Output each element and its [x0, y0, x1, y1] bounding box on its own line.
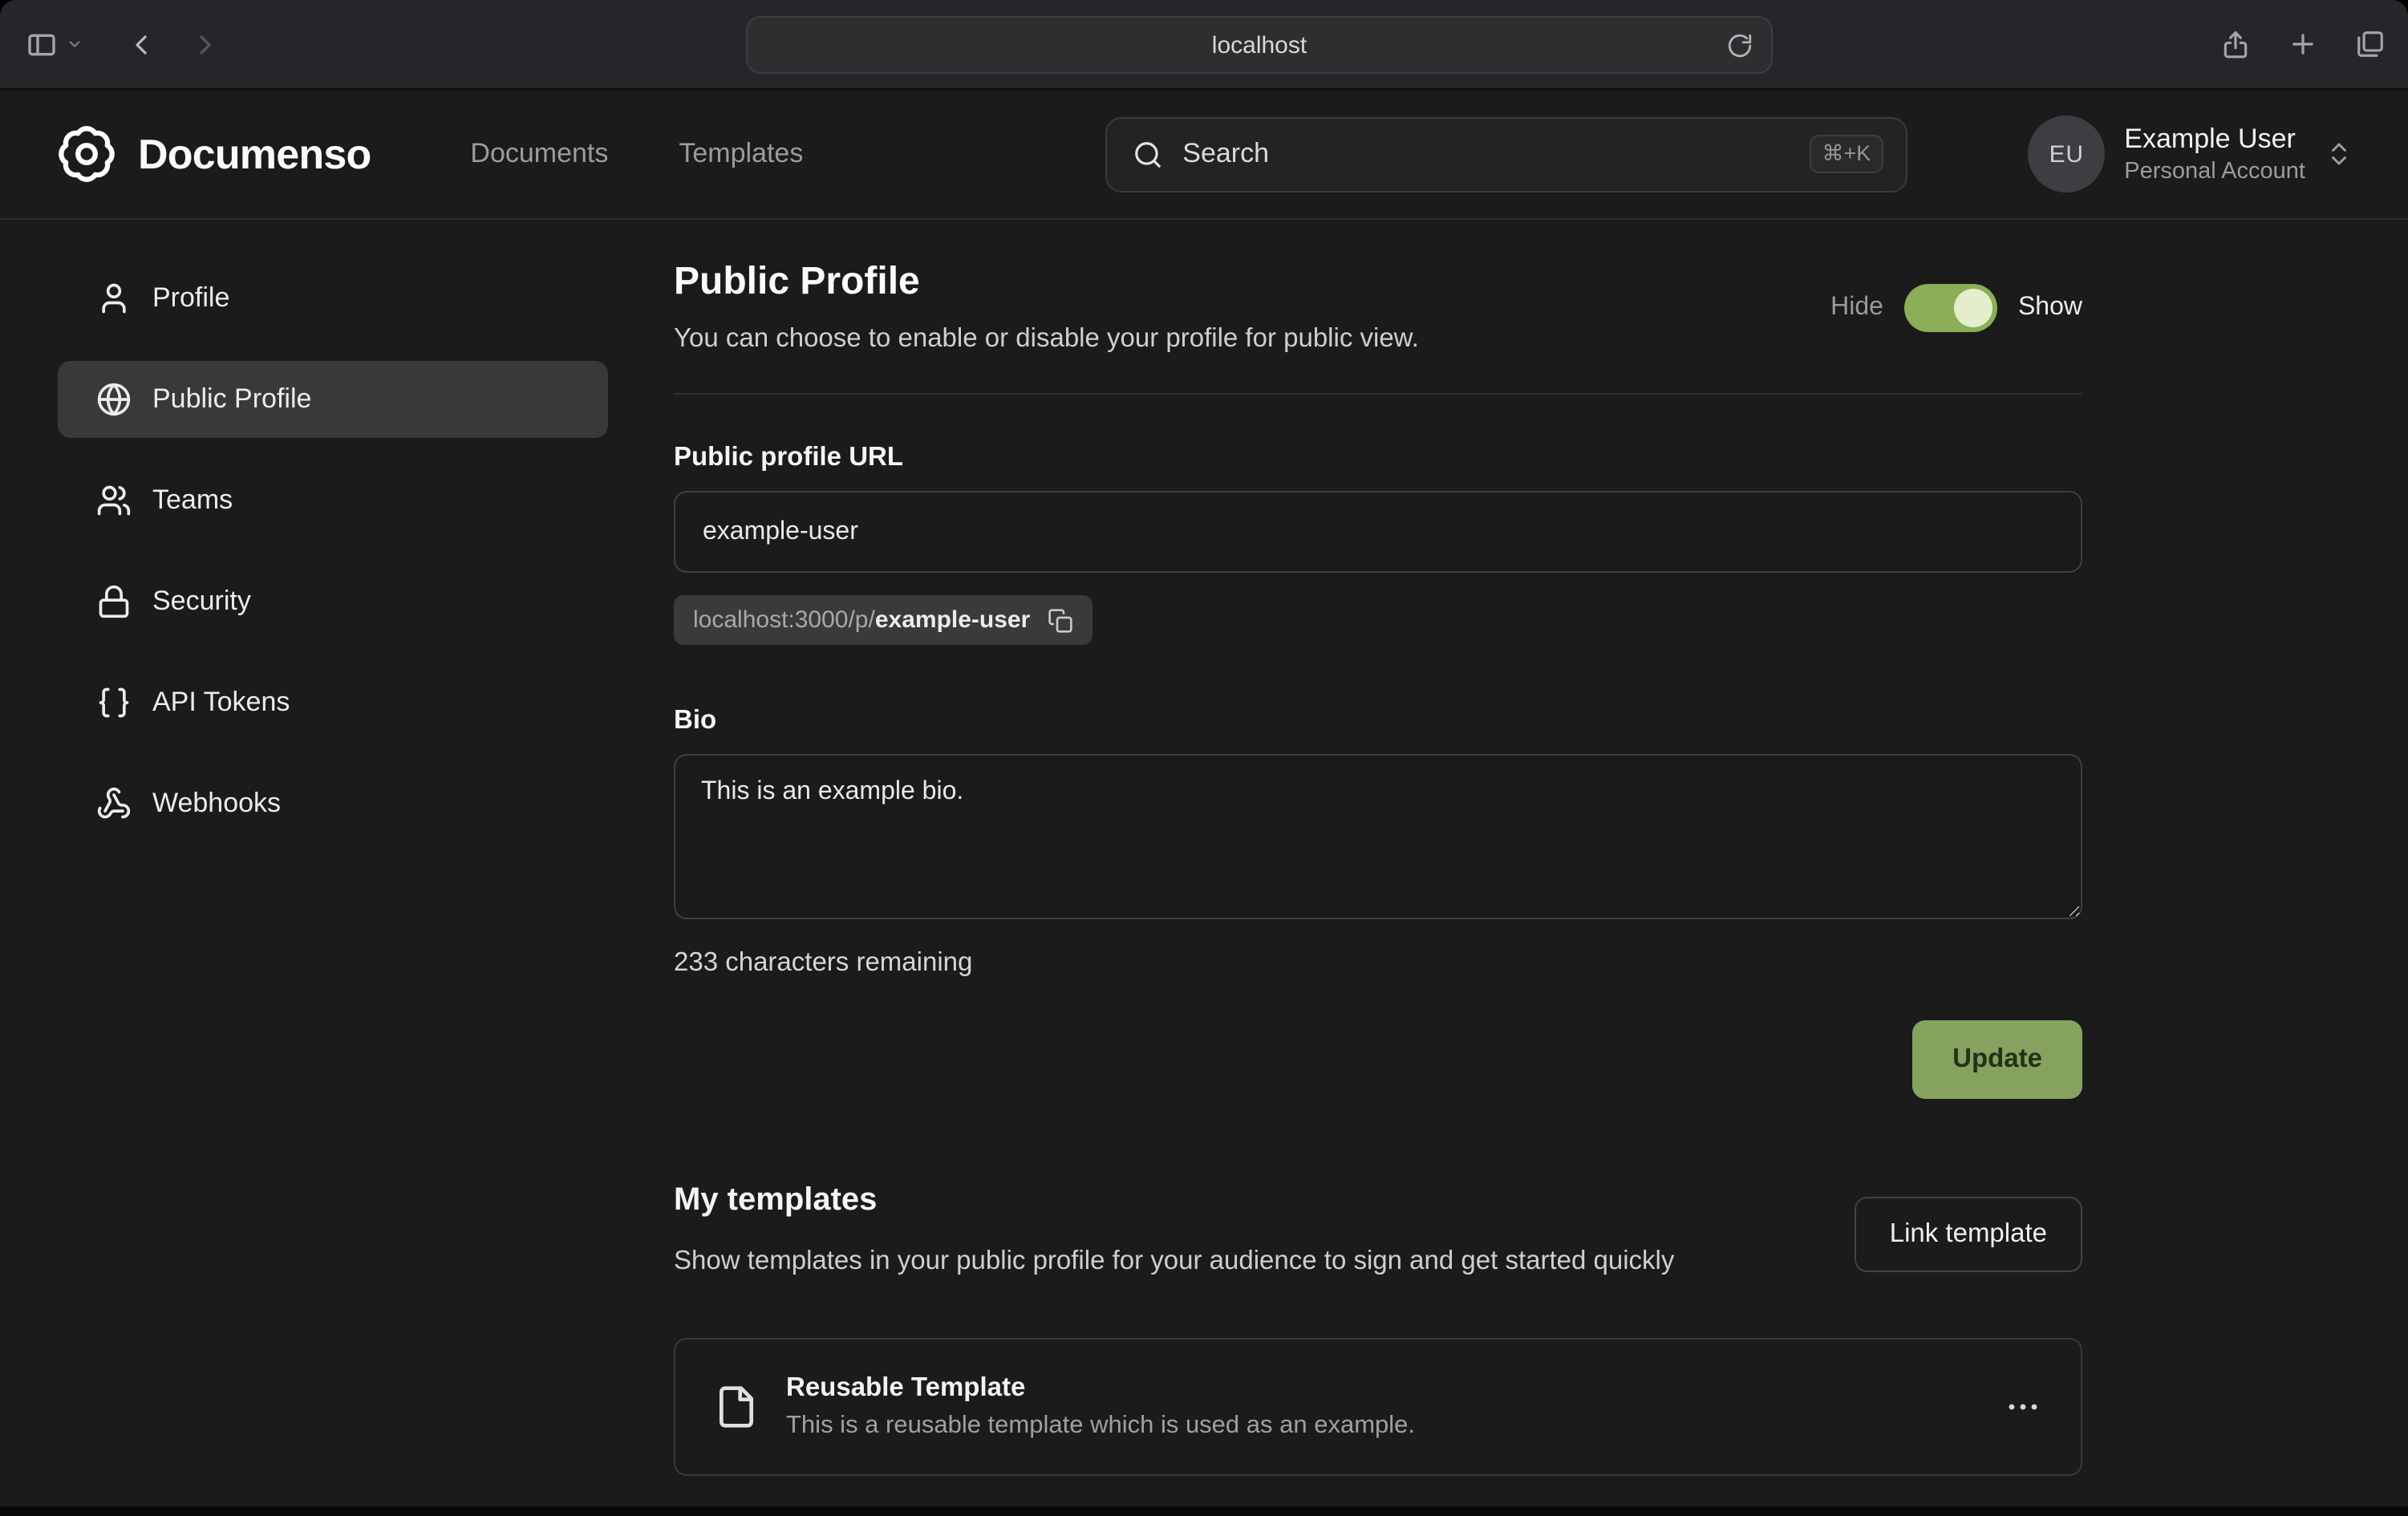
global-search[interactable]: ⌘+K: [1105, 116, 1907, 192]
share-icon[interactable]: [2220, 29, 2251, 59]
browser-toolbar: localhost: [0, 0, 2408, 90]
ellipsis-icon: [2004, 1388, 2042, 1426]
app-header: Documenso Documents Templates ⌘+K EU Exa…: [0, 90, 2408, 220]
bio-field-label: Bio: [674, 706, 2082, 736]
template-title: Reusable Template: [786, 1373, 1415, 1404]
new-tab-icon[interactable]: [2288, 29, 2318, 59]
user-name: Example User: [2124, 121, 2305, 156]
copy-icon: [1048, 607, 1073, 633]
forward-button[interactable]: [189, 28, 221, 60]
page-title: Public Profile: [674, 260, 1419, 305]
user-menu[interactable]: EU Example User Personal Account: [2028, 116, 2353, 193]
sidebar-item-label: Public Profile: [152, 383, 311, 415]
sidebar-item-label: Security: [152, 586, 251, 618]
brand-name: Documenso: [138, 129, 371, 179]
sidebar-item-label: Profile: [152, 282, 229, 314]
template-options-button[interactable]: [2004, 1388, 2042, 1426]
search-input[interactable]: [1182, 138, 1790, 170]
app-window: localhost Documenso Documents: [0, 0, 2408, 1516]
sidebar-item-label: Webhooks: [152, 788, 281, 820]
url-field-label: Public profile URL: [674, 443, 2082, 473]
sidebar-item-api-tokens[interactable]: API Tokens: [58, 664, 608, 741]
chevrons-up-down-icon: [2325, 140, 2353, 168]
back-button[interactable]: [125, 28, 157, 60]
chevron-down-icon[interactable]: [66, 35, 83, 53]
public-profile-url-input[interactable]: [674, 491, 2082, 573]
nav-templates[interactable]: Templates: [679, 138, 803, 170]
webhook-icon: [96, 786, 132, 821]
characters-remaining: 233 characters remaining: [674, 948, 2082, 979]
template-description: This is a reusable template which is use…: [786, 1412, 1415, 1441]
address-bar[interactable]: localhost: [746, 16, 1773, 74]
profile-visibility-toggle[interactable]: [1904, 283, 1997, 331]
template-card[interactable]: Reusable Template This is a reusable tem…: [674, 1338, 2082, 1476]
toggle-show-label: Show: [2018, 293, 2082, 322]
link-prefix: localhost:3000/p/: [693, 606, 875, 634]
sidebar-item-label: Teams: [152, 484, 233, 517]
users-icon: [96, 483, 132, 518]
settings-sidebar: Profile Public Profile Teams Security: [58, 260, 608, 1476]
window-bottom-edge: [0, 1506, 2408, 1516]
link-template-button[interactable]: Link template: [1855, 1197, 2082, 1272]
avatar: EU: [2028, 116, 2105, 193]
user-icon: [96, 281, 132, 316]
sidebar-item-public-profile[interactable]: Public Profile: [58, 361, 608, 438]
bio-textarea[interactable]: This is an example bio.: [674, 754, 2082, 919]
search-icon: [1133, 139, 1163, 169]
reload-icon[interactable]: [1726, 32, 1753, 59]
file-icon: [714, 1383, 759, 1431]
copy-link-button[interactable]: [1048, 607, 1073, 633]
divider: [674, 393, 2082, 395]
toggle-thumb: [1954, 288, 1992, 326]
address-bar-url: localhost: [1212, 31, 1307, 59]
link-slug: example-user: [875, 606, 1030, 634]
documenso-logo-icon: [56, 124, 117, 184]
brand[interactable]: Documenso: [56, 124, 371, 184]
sidebar-item-security[interactable]: Security: [58, 563, 608, 640]
sidebar-item-profile[interactable]: Profile: [58, 260, 608, 337]
my-templates-title: My templates: [674, 1182, 1674, 1219]
sidebar-item-label: API Tokens: [152, 687, 290, 719]
public-profile-settings: Public Profile You can choose to enable …: [674, 260, 2082, 1476]
globe-icon: [96, 382, 132, 417]
lock-icon: [96, 584, 132, 619]
braces-icon: [96, 685, 132, 720]
sidebar-item-teams[interactable]: Teams: [58, 462, 608, 539]
my-templates-description: Show templates in your public profile fo…: [674, 1240, 1674, 1282]
page-subtitle: You can choose to enable or disable your…: [674, 324, 1419, 355]
update-button[interactable]: Update: [1912, 1020, 2082, 1099]
user-account-type: Personal Account: [2124, 156, 2305, 187]
nav-documents[interactable]: Documents: [470, 138, 608, 170]
sidebar-item-webhooks[interactable]: Webhooks: [58, 765, 608, 842]
sidebar-toggle-icon[interactable]: [26, 28, 58, 60]
tab-overview-icon[interactable]: [2355, 29, 2386, 59]
top-nav: Documents Templates: [470, 138, 803, 170]
toggle-hide-label: Hide: [1830, 293, 1883, 322]
search-shortcut: ⌘+K: [1810, 135, 1884, 173]
public-profile-link[interactable]: localhost:3000/p/example-user: [674, 595, 1093, 645]
